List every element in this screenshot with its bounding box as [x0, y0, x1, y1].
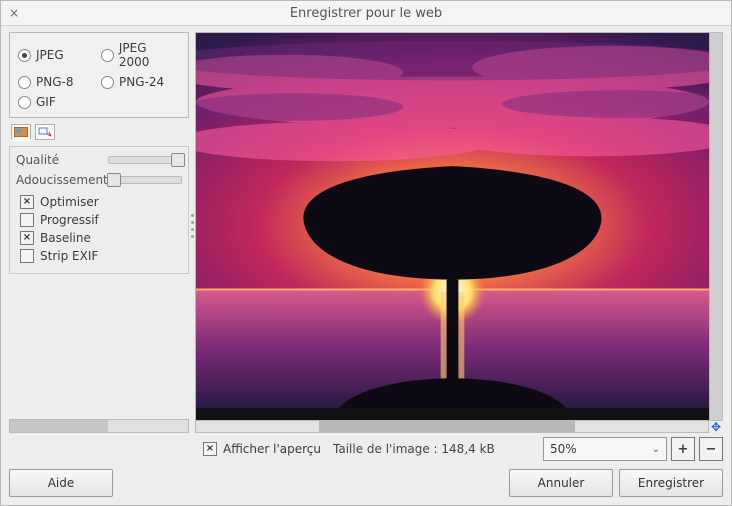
zoom-out-button[interactable]: −: [699, 437, 723, 461]
sidebar-h-scrollbar[interactable]: [9, 419, 189, 433]
file-size-label: Taille de l'image : 148,4 kB: [329, 442, 535, 456]
radio-icon: [101, 76, 114, 89]
format-png24-radio[interactable]: PNG-24: [101, 75, 180, 89]
zoom-in-button[interactable]: +: [671, 437, 695, 461]
checkbox-label: Baseline: [40, 231, 91, 245]
status-bar: Afficher l'aperçu Taille de l'image : 14…: [1, 433, 731, 461]
radio-icon: [18, 49, 31, 62]
jpeg-options: Optimiser Progressif Baseline Strip EXIF: [16, 193, 182, 267]
preview-column: ✥: [195, 32, 723, 433]
baseline-checkbox[interactable]: Baseline: [20, 231, 178, 245]
slider-thumb[interactable]: [107, 173, 121, 187]
dialog-buttons: Aide Annuler Enregistrer: [1, 461, 731, 505]
radio-icon: [101, 49, 114, 62]
help-button[interactable]: Aide: [9, 469, 113, 497]
preview-image: [196, 33, 709, 408]
format-gif-radio[interactable]: GIF: [18, 95, 97, 109]
checkbox-label: Optimiser: [40, 195, 99, 209]
titlebar: × Enregistrer pour le web: [1, 1, 731, 26]
scrollbar-thumb[interactable]: [319, 421, 575, 432]
save-for-web-dialog: × Enregistrer pour le web JPEG JPEG 2000…: [0, 0, 732, 506]
radio-icon: [18, 96, 31, 109]
tab-resize-icon[interactable]: [35, 124, 55, 140]
move-icon[interactable]: ✥: [709, 421, 723, 433]
smoothing-label: Adoucissement: [16, 173, 104, 187]
radio-icon: [18, 76, 31, 89]
options-sidebar: JPEG JPEG 2000 PNG-8 PNG-24 GIF: [9, 32, 189, 433]
radio-label: JPEG 2000: [119, 41, 180, 69]
button-label: Enregistrer: [638, 476, 704, 490]
preview-v-scrollbar[interactable]: [710, 32, 723, 421]
zoom-value: 50%: [550, 442, 577, 456]
format-jpeg2000-radio[interactable]: JPEG 2000: [101, 41, 180, 69]
button-label: Aide: [48, 476, 75, 490]
strip-exif-checkbox[interactable]: Strip EXIF: [20, 249, 178, 263]
close-icon[interactable]: ×: [7, 6, 21, 20]
radio-label: JPEG: [36, 48, 64, 62]
format-png8-radio[interactable]: PNG-8: [18, 75, 97, 89]
chevron-down-icon: ⌄: [652, 444, 660, 455]
smoothing-slider[interactable]: [108, 176, 182, 184]
progressive-checkbox[interactable]: Progressif: [20, 213, 178, 227]
radio-label: GIF: [36, 95, 56, 109]
save-button[interactable]: Enregistrer: [619, 469, 723, 497]
format-jpeg-radio[interactable]: JPEG: [18, 41, 97, 69]
checkbox-label: Strip EXIF: [40, 249, 98, 263]
quality-label: Qualité: [16, 153, 104, 167]
checkbox-label: Progressif: [40, 213, 99, 227]
zoom-select[interactable]: 50% ⌄: [543, 437, 667, 461]
checkbox-icon: [20, 231, 34, 245]
scrollbar-thumb[interactable]: [10, 420, 108, 432]
checkbox-icon: [203, 442, 217, 456]
plus-icon: +: [678, 442, 689, 457]
image-preview[interactable]: [195, 32, 710, 421]
radio-label: PNG-8: [36, 75, 73, 89]
scrollbar-thumb[interactable]: [710, 33, 722, 420]
checkbox-icon: [20, 249, 34, 263]
checkbox-icon: [20, 213, 34, 227]
preview-h-scrollbar[interactable]: [195, 421, 709, 433]
slider-thumb[interactable]: [171, 153, 185, 167]
button-label: Annuler: [538, 476, 585, 490]
checkbox-icon: [20, 195, 34, 209]
quality-slider[interactable]: [108, 156, 182, 164]
window-title: Enregistrer pour le web: [21, 6, 711, 21]
option-tabs: [9, 124, 189, 140]
format-radio-group: JPEG JPEG 2000 PNG-8 PNG-24 GIF: [9, 32, 189, 118]
show-preview-checkbox[interactable]: Afficher l'aperçu: [203, 442, 321, 456]
checkbox-label: Afficher l'aperçu: [223, 442, 321, 456]
cancel-button[interactable]: Annuler: [509, 469, 613, 497]
slider-panel: Qualité Adoucissement Optimiser: [9, 146, 189, 274]
radio-label: PNG-24: [119, 75, 164, 89]
minus-icon: −: [706, 442, 717, 457]
tab-image-icon[interactable]: [11, 124, 31, 140]
optimize-checkbox[interactable]: Optimiser: [20, 195, 178, 209]
